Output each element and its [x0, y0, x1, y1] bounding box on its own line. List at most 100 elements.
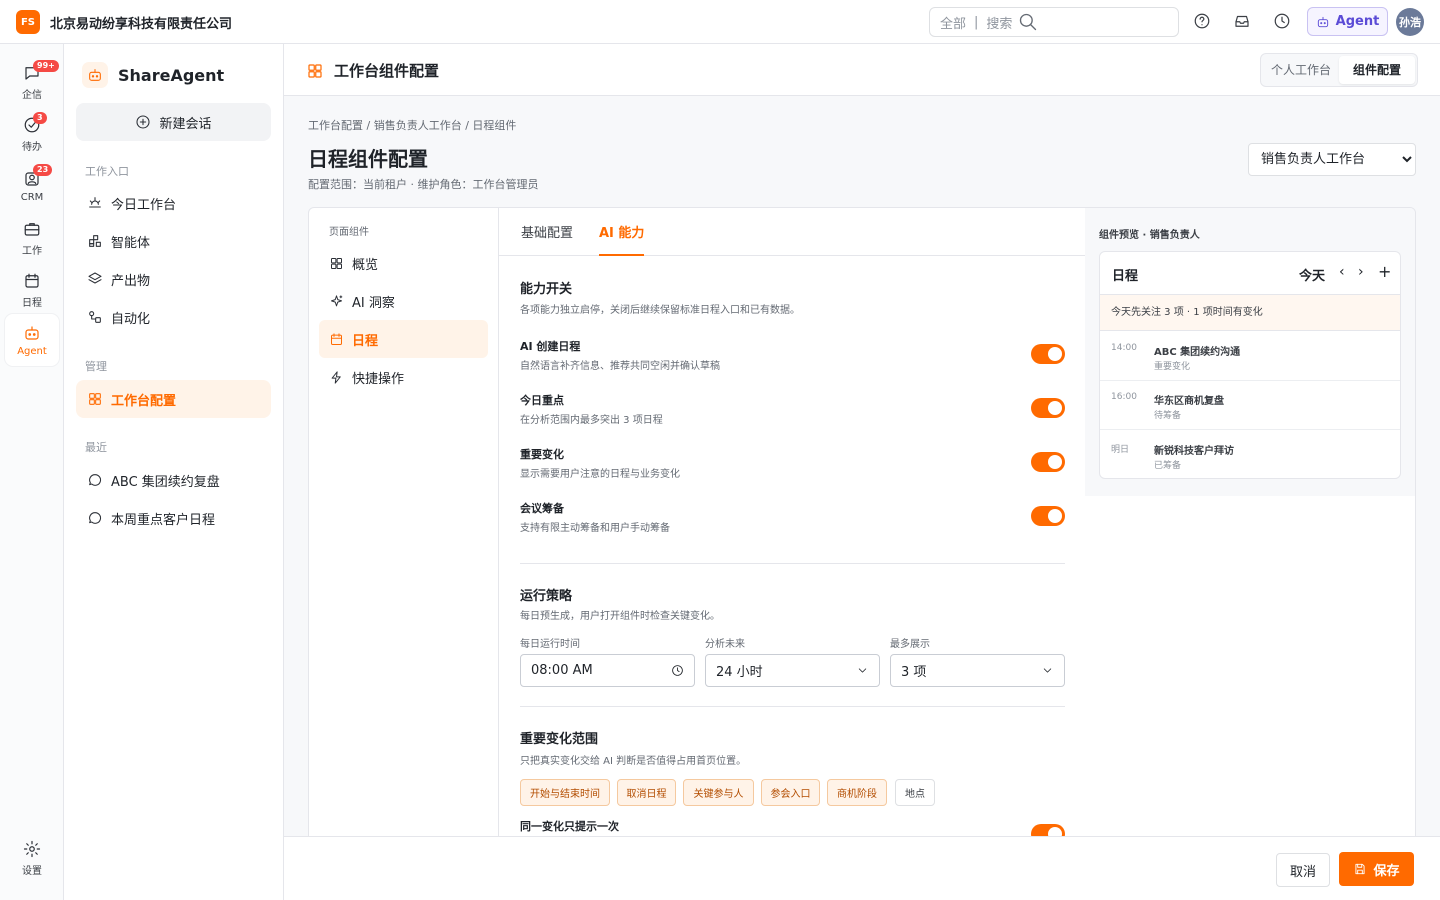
global-search[interactable]: 全部 | 搜索	[929, 7, 1179, 37]
sidebar-item-label: 今日工作台	[111, 197, 177, 213]
important-changes-toggle[interactable]	[1031, 452, 1065, 472]
component-list: 页面组件 概览 AI 洞察 日程 快捷操作	[309, 208, 499, 836]
future-range-select[interactable]: 24 小时	[705, 654, 880, 687]
company-name: 北京易动纷享科技有限责任公司	[50, 17, 233, 32]
component-list-title: 页面组件	[329, 227, 369, 238]
robot-icon	[23, 324, 41, 342]
tab-component-config[interactable]: 组件配置	[1339, 56, 1415, 84]
agent-sidebar: ShareAgent 新建会话 工作入口 今日工作台 智能体 产出物 自动化 管…	[64, 44, 284, 900]
notify-once-toggle[interactable]	[1031, 824, 1065, 836]
rail-item-settings[interactable]: 设置	[5, 832, 59, 884]
future-range-value: 24 小时	[716, 665, 763, 680]
rail-item-crm[interactable]: CRM 23	[5, 160, 59, 212]
breadcrumb[interactable]: 工作台配置 / 销售负责人工作台 / 日程组件	[308, 117, 516, 133]
history-icon[interactable]	[1273, 12, 1293, 32]
component-item-label: 快捷操作	[352, 371, 405, 387]
automation-icon	[87, 309, 103, 325]
search-input[interactable]: 搜索	[986, 13, 1012, 32]
preview-event-row[interactable]: 14:00 ABC 集团续约沟通 重要变化	[1100, 331, 1400, 381]
grid-icon	[87, 391, 103, 407]
component-item-label: 概览	[352, 257, 379, 273]
capability-today-focus-desc: 在分析范围内最多突出 3 项日程	[520, 415, 663, 426]
divider	[520, 563, 1065, 564]
section-recent-title: 最近	[85, 441, 107, 454]
chat-bubble-icon	[87, 472, 103, 488]
event-time: 16:00	[1111, 392, 1137, 402]
run-time-input[interactable]: 08:00 AM	[520, 654, 695, 687]
preview-event-row[interactable]: 明日 新锐科技客户拜访 已筹备	[1100, 430, 1400, 478]
chat-bubble-icon	[87, 510, 103, 526]
grid-icon	[329, 256, 344, 271]
ai-create-toggle[interactable]	[1031, 344, 1065, 364]
sidebar-item-automation[interactable]: 自动化	[76, 298, 271, 336]
gear-icon	[23, 840, 41, 858]
new-chat-button[interactable]: 新建会话	[76, 103, 271, 141]
agent-button[interactable]: Agent	[1307, 7, 1388, 36]
save-icon	[1353, 862, 1367, 876]
component-item-quick-actions[interactable]: 快捷操作	[319, 358, 488, 396]
preview-prev-button[interactable]: ‹	[1339, 264, 1345, 280]
chip-cancel-event[interactable]: 取消日程	[617, 779, 676, 806]
save-button-label: 保存	[1373, 863, 1400, 879]
chip-key-participants[interactable]: 关键参与人	[683, 779, 754, 806]
preview-next-button[interactable]: ›	[1358, 264, 1364, 280]
cancel-button[interactable]: 取消	[1276, 853, 1330, 887]
meeting-prep-toggle[interactable]	[1031, 506, 1065, 526]
add-chat-icon	[135, 114, 151, 130]
preview-card-title: 日程	[1112, 269, 1139, 284]
sidebar-item-label: 产出物	[111, 273, 151, 289]
rail-item-messages[interactable]: 企信 99+	[5, 56, 59, 108]
component-item-overview[interactable]: 概览	[319, 244, 488, 282]
config-form: 基础配置 AI 能力 能力开关 各项能力独立启停，关闭后继续保留标准日程入口和已…	[499, 208, 1085, 836]
capability-ai-create-desc: 自然语言补齐信息、推荐共同空闲并确认草稿	[520, 361, 720, 372]
sidebar-item-recent-1[interactable]: ABC 集团续约复盘	[76, 461, 271, 499]
capability-today-focus-title: 今日重点	[520, 394, 564, 407]
preview-today-button[interactable]: 今天	[1299, 265, 1325, 284]
tab-basic-config[interactable]: 基础配置	[521, 222, 573, 256]
capability-section-desc: 各项能力独立启停，关闭后继续保留标准日程入口和已有数据。	[520, 305, 800, 316]
rail-item-todo[interactable]: 待办 3	[5, 108, 59, 160]
today-focus-toggle[interactable]	[1031, 398, 1065, 418]
help-icon[interactable]	[1193, 12, 1213, 32]
tab-personal-workspace[interactable]: 个人工作台	[1263, 56, 1339, 84]
tab-ai-capability[interactable]: AI 能力	[599, 222, 645, 256]
sidebar-item-today[interactable]: 今日工作台	[76, 184, 271, 222]
workspace-select[interactable]: 销售负责人工作台	[1248, 143, 1416, 176]
capability-meeting-prep-title: 会议筹备	[520, 502, 564, 515]
component-item-ai-insight[interactable]: AI 洞察	[319, 282, 488, 320]
sidebar-item-label: 本周重点客户日程	[111, 512, 216, 528]
chip-deal-stage[interactable]: 商机阶段	[827, 779, 887, 806]
top-bar: FS 北京易动纷享科技有限责任公司 全部 | 搜索 Agent 孙浩	[0, 0, 1440, 44]
preview-event-row[interactable]: 16:00 华东区商机复盘 待筹备	[1100, 380, 1400, 430]
avatar[interactable]: 孙浩	[1396, 8, 1424, 36]
max-items-select[interactable]: 3 项	[890, 654, 1065, 687]
sidebar-item-recent-2[interactable]: 本周重点客户日程	[76, 499, 271, 537]
calendar-icon	[329, 332, 344, 347]
lightning-icon	[329, 370, 344, 385]
chip-meeting-link[interactable]: 参会入口	[761, 779, 820, 806]
event-name: ABC 集团续约沟通	[1154, 347, 1241, 358]
page-title: 日程组件配置	[308, 147, 428, 171]
divider	[520, 706, 1065, 707]
search-separator: |	[974, 14, 979, 30]
rail-item-agent[interactable]: Agent	[5, 314, 59, 366]
chevron-down-icon	[856, 664, 869, 677]
inbox-icon[interactable]	[1233, 12, 1253, 32]
search-icon[interactable]	[1012, 12, 1038, 32]
sidebar-item-artifacts[interactable]: 产出物	[76, 260, 271, 298]
component-item-calendar[interactable]: 日程	[319, 320, 488, 358]
chip-location[interactable]: 地点	[895, 779, 935, 806]
sidebar-item-workspace-config[interactable]: 工作台配置	[76, 380, 271, 418]
event-time: 14:00	[1111, 343, 1137, 353]
config-scope: 配置范围：当前租户 · 维护角色：工作台管理员	[308, 178, 539, 191]
save-button[interactable]: 保存	[1339, 852, 1414, 886]
icon-rail: 企信 99+ 待办 3 CRM 23 工作 日程 Agent 设置	[0, 44, 64, 900]
rail-item-work[interactable]: 工作	[5, 212, 59, 264]
sidebar-item-agents[interactable]: 智能体	[76, 222, 271, 260]
preview-add-button[interactable]: +	[1378, 262, 1391, 281]
chip-start-end-time[interactable]: 开始与结束时间	[520, 779, 610, 806]
strategy-section-title: 运行策略	[520, 589, 573, 604]
search-scope[interactable]: 全部	[940, 13, 966, 32]
rail-item-calendar[interactable]: 日程	[5, 264, 59, 316]
rail-item-label: 设置	[22, 865, 42, 877]
